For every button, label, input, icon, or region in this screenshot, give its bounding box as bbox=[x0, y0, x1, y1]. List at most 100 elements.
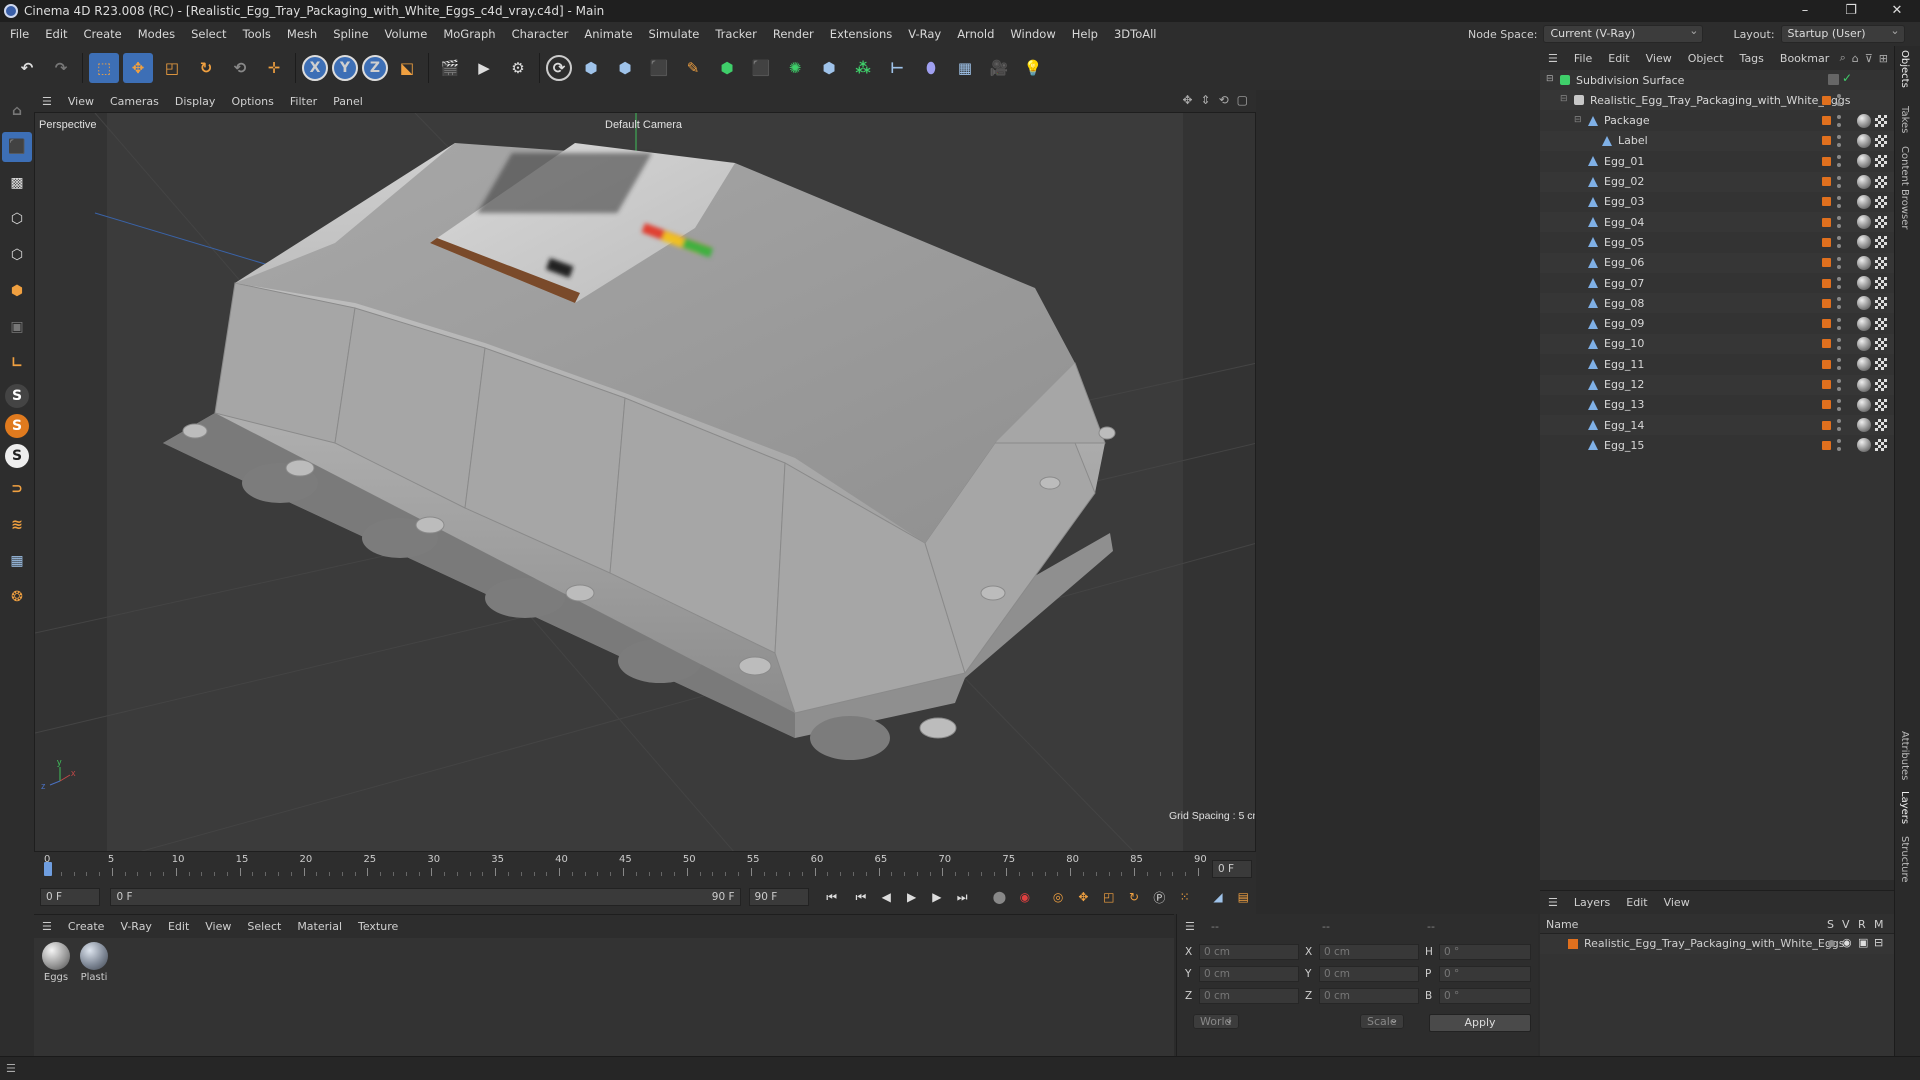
tree-row-egg-10[interactable]: Egg_10 bbox=[1540, 333, 1894, 354]
viewport-menu-panel[interactable]: Panel bbox=[325, 95, 371, 108]
menu-tracker[interactable]: Tracker bbox=[707, 22, 765, 46]
uvw-tag-icon[interactable] bbox=[1875, 114, 1887, 127]
apply-button[interactable]: Apply bbox=[1429, 1014, 1531, 1032]
layer-visible-eye-icon[interactable]: ◉ bbox=[1842, 936, 1852, 949]
current-frame-field[interactable]: 0 F bbox=[40, 888, 101, 906]
menu-window[interactable]: Window bbox=[1002, 22, 1063, 46]
uvw-tag-icon[interactable] bbox=[1875, 439, 1887, 452]
layer-color-swatch[interactable] bbox=[1822, 420, 1831, 430]
layer-color-swatch[interactable] bbox=[1822, 359, 1831, 369]
editor-visibility-toggle[interactable] bbox=[1828, 74, 1839, 85]
tab-structure[interactable]: Structure bbox=[1899, 836, 1910, 883]
visibility-dots-icon[interactable] bbox=[1837, 256, 1841, 269]
size-x-field[interactable]: 0 cm bbox=[1319, 944, 1419, 960]
menu-render[interactable]: Render bbox=[765, 22, 822, 46]
visibility-dots-icon[interactable] bbox=[1837, 358, 1841, 371]
material-tag-icon[interactable] bbox=[1857, 194, 1871, 209]
material-tag-icon[interactable] bbox=[1857, 296, 1871, 311]
new-window-icon[interactable]: ⊞ bbox=[1879, 52, 1888, 65]
texture-mode-icon[interactable]: ▩ bbox=[2, 168, 32, 198]
viewport-maximize-icon[interactable]: ▢ bbox=[1237, 93, 1248, 107]
uvw-tag-icon[interactable] bbox=[1875, 134, 1887, 147]
y-axis-lock-button[interactable]: Y bbox=[332, 55, 358, 81]
menu-file[interactable]: File bbox=[2, 22, 37, 46]
uvw-tag-icon[interactable] bbox=[1875, 256, 1887, 269]
viewport-rotate-icon[interactable]: ⟲ bbox=[1219, 93, 1229, 107]
material-tag-icon[interactable] bbox=[1857, 113, 1871, 128]
render-picture-viewer-icon[interactable]: ▶ bbox=[469, 53, 499, 83]
layer-manager-icon[interactable]: ⊟ bbox=[1874, 936, 1883, 949]
timeline-ruler[interactable]: 0 5 10 15 20 25 30 35 40 45 50 55 60 65 70 75 80 85 90 bbox=[34, 852, 1256, 880]
menu-animate[interactable]: Animate bbox=[576, 22, 640, 46]
position-y-field[interactable]: 0 cm bbox=[1199, 966, 1299, 982]
material-tag-icon[interactable] bbox=[1857, 133, 1871, 148]
tree-row-egg-09[interactable]: Egg_09 bbox=[1540, 314, 1894, 334]
viewport-menu-display[interactable]: Display bbox=[167, 95, 224, 108]
visibility-dots-icon[interactable] bbox=[1837, 155, 1841, 168]
solo-hierarchy-icon[interactable]: S bbox=[5, 444, 29, 468]
tree-row-egg-06[interactable]: Egg_06 bbox=[1540, 252, 1894, 273]
go-to-start-icon[interactable]: ⏮ bbox=[821, 886, 842, 908]
filter-icon[interactable]: ⊽ bbox=[1865, 52, 1873, 65]
layer-color-swatch[interactable] bbox=[1822, 177, 1831, 186]
visibility-dots-icon[interactable] bbox=[1837, 134, 1841, 147]
floor-icon[interactable]: ▦ bbox=[950, 53, 980, 83]
pen-spline-icon[interactable]: ✎ bbox=[678, 53, 708, 83]
cube-primitive-icon[interactable]: ⬛ bbox=[644, 53, 674, 83]
layer-color-swatch[interactable] bbox=[1822, 298, 1831, 308]
layer-color-swatch[interactable] bbox=[1822, 237, 1831, 247]
hamburger-icon[interactable]: ☰ bbox=[34, 920, 60, 933]
key-position-icon[interactable]: ✥ bbox=[1073, 886, 1094, 908]
visibility-dots-icon[interactable] bbox=[1837, 317, 1841, 330]
uvw-tag-icon[interactable] bbox=[1875, 419, 1887, 432]
visibility-dots-icon[interactable] bbox=[1837, 337, 1841, 350]
vray-logo-icon[interactable]: ⟳ bbox=[546, 55, 572, 81]
layer-color-swatch[interactable] bbox=[1822, 217, 1831, 227]
tab-takes[interactable]: Takes bbox=[1899, 106, 1910, 133]
python-generator-icon[interactable]: ⬢ bbox=[814, 53, 844, 83]
layer-color-swatch[interactable] bbox=[1568, 939, 1578, 949]
close-button[interactable]: ✕ bbox=[1874, 0, 1920, 22]
tree-row-realistic-egg-tray-packaging-with-white-eggs[interactable]: ⊟ Realistic_Egg_Tray_Packaging_with_White… bbox=[1540, 90, 1894, 111]
tree-row-egg-15[interactable]: Egg_15 bbox=[1540, 435, 1894, 455]
points-mode-icon[interactable]: ⬡ bbox=[2, 204, 32, 234]
play-icon[interactable]: ▶ bbox=[901, 886, 922, 908]
menu-edit[interactable]: Edit bbox=[37, 22, 75, 46]
tree-row-egg-11[interactable]: Egg_11 bbox=[1540, 354, 1894, 374]
uvw-tag-icon[interactable] bbox=[1875, 175, 1887, 188]
layer-color-swatch[interactable] bbox=[1822, 380, 1831, 389]
tree-row-subdivision-surface[interactable]: ⊟ Subdivision Surface ✓ bbox=[1540, 70, 1894, 90]
search-icon[interactable]: ⌕ bbox=[1840, 51, 1846, 65]
key-scale-icon[interactable]: ◰ bbox=[1098, 886, 1119, 908]
object-menu-bookmarks[interactable]: Bookmar bbox=[1772, 52, 1837, 65]
tree-row-egg-13[interactable]: Egg_13 bbox=[1540, 395, 1894, 415]
menu-volume[interactable]: Volume bbox=[377, 22, 436, 46]
extrude-generator-icon[interactable]: ⬛ bbox=[746, 53, 776, 83]
visibility-dots-icon[interactable] bbox=[1837, 216, 1841, 229]
model-mode-icon[interactable]: ⬛ bbox=[2, 132, 32, 162]
layer-row[interactable]: Realistic_Egg_Tray_Packaging_with_White_… bbox=[1540, 934, 1894, 954]
scale-icon[interactable]: ◰ bbox=[157, 53, 187, 83]
status-menu-icon[interactable]: ☰ bbox=[0, 1062, 22, 1075]
menu-vray[interactable]: V-Ray bbox=[900, 22, 949, 46]
tree-row-egg-07[interactable]: Egg_07 bbox=[1540, 273, 1894, 293]
rotation-b-field[interactable]: 0 ° bbox=[1439, 988, 1531, 1004]
key-pla-icon[interactable]: ⁙ bbox=[1174, 886, 1195, 908]
menu-extensions[interactable]: Extensions bbox=[822, 22, 900, 46]
perspective-viewport[interactable]: Perspective Default Camera Grid Spacing … bbox=[34, 112, 1256, 852]
visibility-dots-icon[interactable] bbox=[1837, 94, 1841, 107]
tree-row-egg-14[interactable]: Egg_14 bbox=[1540, 415, 1894, 436]
timeline-playhead[interactable] bbox=[44, 862, 52, 876]
enabled-check-icon[interactable]: ✓ bbox=[1842, 71, 1852, 85]
visibility-dots-icon[interactable] bbox=[1837, 114, 1841, 127]
material-tag-icon[interactable] bbox=[1857, 316, 1871, 331]
size-z-field[interactable]: 0 cm bbox=[1319, 988, 1419, 1004]
hamburger-icon[interactable]: ☰ bbox=[1540, 52, 1566, 65]
menu-select[interactable]: Select bbox=[183, 22, 234, 46]
layer-menu-layers[interactable]: Layers bbox=[1566, 896, 1618, 909]
make-editable-icon[interactable]: ⌂ bbox=[2, 96, 32, 126]
uvw-tag-icon[interactable] bbox=[1875, 358, 1887, 371]
layer-color-swatch[interactable] bbox=[1822, 319, 1831, 329]
layer-render-icon[interactable]: ▣ bbox=[1858, 936, 1868, 949]
hamburger-icon[interactable]: ☰ bbox=[1185, 920, 1195, 933]
